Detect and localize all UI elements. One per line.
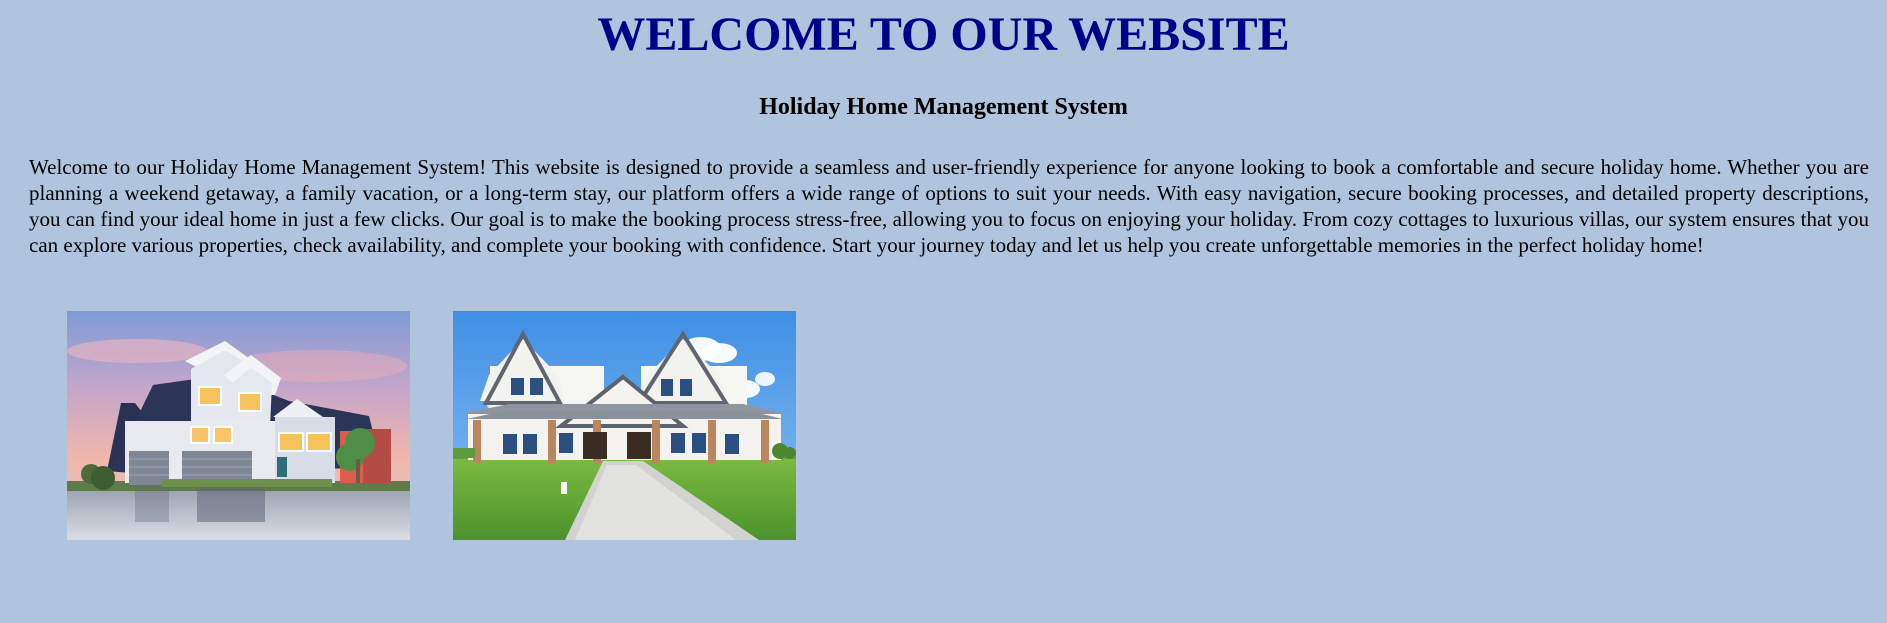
page-title: WELCOME TO OUR WEBSITE bbox=[597, 8, 1290, 61]
house-image-dusk bbox=[67, 311, 410, 540]
intro-paragraph: Welcome to our Holiday Home Management S… bbox=[29, 155, 1869, 257]
house-image-farmhouse bbox=[453, 311, 796, 540]
house-photo-dusk bbox=[67, 311, 410, 540]
house-gallery bbox=[67, 311, 796, 540]
page-subtitle: Holiday Home Management System bbox=[759, 94, 1128, 120]
house-photo-farmhouse bbox=[453, 311, 796, 540]
